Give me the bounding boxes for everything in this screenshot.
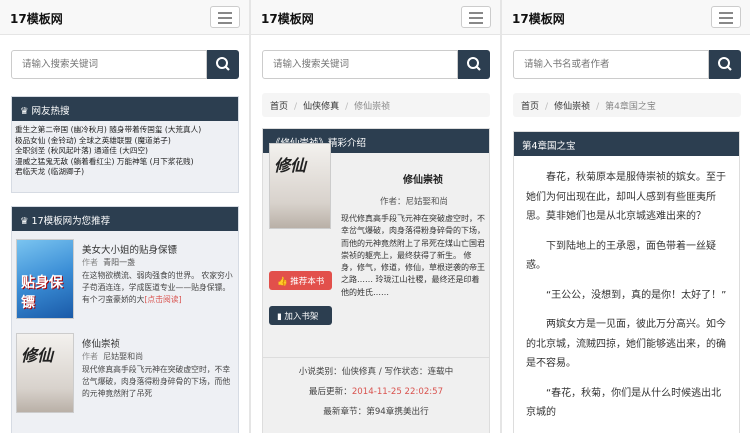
panel-book-intro: 17模板网 首页/仙侠修真/修仙崇祯 《修仙崇祯》精彩介绍 修仙 修仙崇祯 作者… [251,0,500,433]
breadcrumb: 首页 / 仙侠修真 / 修仙崇祯 [262,93,490,117]
thumbs-up-icon: 👍 [277,277,288,287]
search-button[interactable] [207,50,239,79]
book-author: 作者 青阳一盏 [82,258,136,267]
menu-toggle-button[interactable] [210,6,240,28]
breadcrumb-book[interactable]: 修仙崇祯 [554,102,590,112]
hot-search-line[interactable]: 全职剑圣 (秋风起叶落) 通道佳 (大四空) [15,146,236,157]
book-author: 作者：尼姑娶和尚 [380,197,449,207]
read-link[interactable]: [点击阅读] [144,295,181,304]
recommend-item[interactable]: 贴身保镖 美女大小姐的贴身保镖 作者 青阳一盏 在这物欲横流、弱肉强食的世界。 … [12,239,238,333]
hot-search-box: ♛ 网友热搜 重生之第二帝国 (幽冷秋月) 随身带着传国玺 (大荒真人) 极品女仙… [11,96,239,193]
menu-toggle-button[interactable] [711,6,741,28]
panel-home: 17模板网 ♛网友热搜 重生之第二帝国 (幽冷秋月) 随身带着传国玺 (大荒真人… [0,0,249,433]
breadcrumb-current: 第4章国之宝 [605,102,656,112]
trophy-icon: ♛ [20,216,29,227]
brand-logo[interactable]: 17模板网 [261,10,314,27]
book-title[interactable]: 修仙崇祯 [82,336,120,350]
trophy-icon: ♛ [20,106,29,117]
brand-logo[interactable]: 17模板网 [512,10,565,27]
menu-toggle-button[interactable] [461,6,491,28]
search-button[interactable] [458,50,490,79]
book-cover[interactable]: 修仙 [16,333,74,413]
book-icon: ▮ [277,312,282,322]
search-icon [216,57,230,71]
book-category-status: 小说类别：仙侠修真 / 写作状态：连载中 [298,367,454,377]
cover-text: 修仙 [274,156,307,175]
chapter-content: 春花，秋菊原本是服侍崇祯的嫔女。至于她们为何出现在此，却叫人感到有些匪夷所思。莫… [514,156,739,423]
book-cover: 修仙 [269,143,331,229]
navbar: 17模板网 [0,0,249,35]
hot-search-list: 重生之第二帝国 (幽冷秋月) 随身带着传国玺 (大荒真人) 极品女仙 (金铃动)… [12,121,238,178]
hot-search-line[interactable]: 漫威之猛鬼无敌 (躺着看红尘) 万能神笔 (月下浆花贱) [15,157,236,168]
hot-search-line[interactable]: 重生之第二帝国 (幽冷秋月) 随身带着传国玺 (大荒真人) [15,125,236,136]
search-input[interactable] [11,50,207,79]
book-latest-chapter[interactable]: 最新章节：第94章携美出行 [263,405,489,417]
book-title: 修仙崇祯 [403,175,443,186]
hot-search-line[interactable]: 君临天龙 (临湖卿子) [15,167,236,178]
recommend-title: 17模板网为您推荐 [31,216,111,227]
recommend-box: ♛ 17模板网为您推荐 贴身保镖 美女大小姐的贴身保镖 作者 青阳一盏 在这物欲横… [11,206,239,433]
breadcrumb-current: 修仙崇祯 [354,102,391,112]
search-input[interactable] [262,50,458,79]
search-input[interactable] [513,50,709,79]
navbar: 17模板网 [251,0,500,35]
cover-text: 修仙 [21,346,54,365]
panel-chapter: 17模板网 首页/修仙崇祯/第4章国之宝 第4章国之宝 春花，秋菊原本是服侍崇祯… [502,0,750,433]
cover-text: 贴身保镖 [21,275,63,311]
book-cover[interactable]: 贴身保镖 [16,239,74,319]
search-icon [718,57,732,71]
book-desc: 在这物欲横流、弱肉强食的世界。 农家穷小子苟酒连连，学成医道专业——贴身保镖。 … [82,271,233,304]
search-icon [467,57,481,71]
hot-search-line[interactable]: 极品女仙 (金铃动) 全球之英雄联盟 (魔道弟子) [15,136,236,147]
chapter-paragraph: 两嫔女方是一见面，彼此万分高兴。如今的北京城，流贼四掠，她们能够逃出来，的确是不… [526,319,726,369]
hot-search-title: 网友热搜 [31,106,70,117]
breadcrumb-home[interactable]: 首页 [521,102,539,112]
book-desc: 现代修真高手段飞元神在突破虚空时，不幸岔气爆破，肉身落得粉身碎骨的下场，而他的元… [82,365,231,398]
search-button[interactable] [709,50,741,79]
book-last-updated: 最后更新：2014-11-25 22:02:57 [308,387,444,397]
book-title[interactable]: 美女大小姐的贴身保镖 [82,242,177,256]
book-intro-box: 《修仙崇祯》精彩介绍 修仙 修仙崇祯 作者：尼姑娶和尚 现代修真高手段飞元神在突… [262,128,490,433]
chapter-box: 第4章国之宝 春花，秋菊原本是服侍崇祯的嫔女。至于她们为何出现在此，却叫人感到有… [513,131,740,433]
navbar: 17模板网 [502,0,750,35]
chapter-paragraph: “王公公，没想到，真的是你！太好了！” [546,289,727,301]
breadcrumb: 首页 / 修仙崇祯 / 第4章国之宝 [513,93,741,117]
recommend-item[interactable]: 修仙 修仙崇祯 作者 尼姑娶和尚 现代修真高手段飞元神在突破虚空时，不幸岔气爆破… [12,333,238,427]
chapter-title: 第4章国之宝 [514,132,739,156]
chapter-paragraph: 春花，秋菊原本是服侍崇祯的嫔女。至于她们为何出现在此，却叫人感到有些匪夷所思。莫… [526,172,726,222]
recommend-book-button[interactable]: 👍 推荐本书 [269,271,332,290]
chapter-paragraph: “春花，秋菊，你们是从什么时候逃出北京城的 [526,387,722,419]
breadcrumb-home[interactable]: 首页 [270,102,288,112]
book-desc: 现代修真高手段飞元神在突破虚空时，不幸岔气爆破，肉身落得粉身碎骨的下场，而他的元… [341,214,485,297]
brand-logo[interactable]: 17模板网 [10,10,63,27]
add-to-shelf-button[interactable]: ▮ 加入书架 [269,306,332,325]
breadcrumb-category[interactable]: 仙侠修真 [303,102,339,112]
book-author: 作者 尼姑娶和尚 [82,352,144,361]
chapter-paragraph: 下到陆地上的王承恩，面色带着一丝疑惑。 [526,240,716,272]
